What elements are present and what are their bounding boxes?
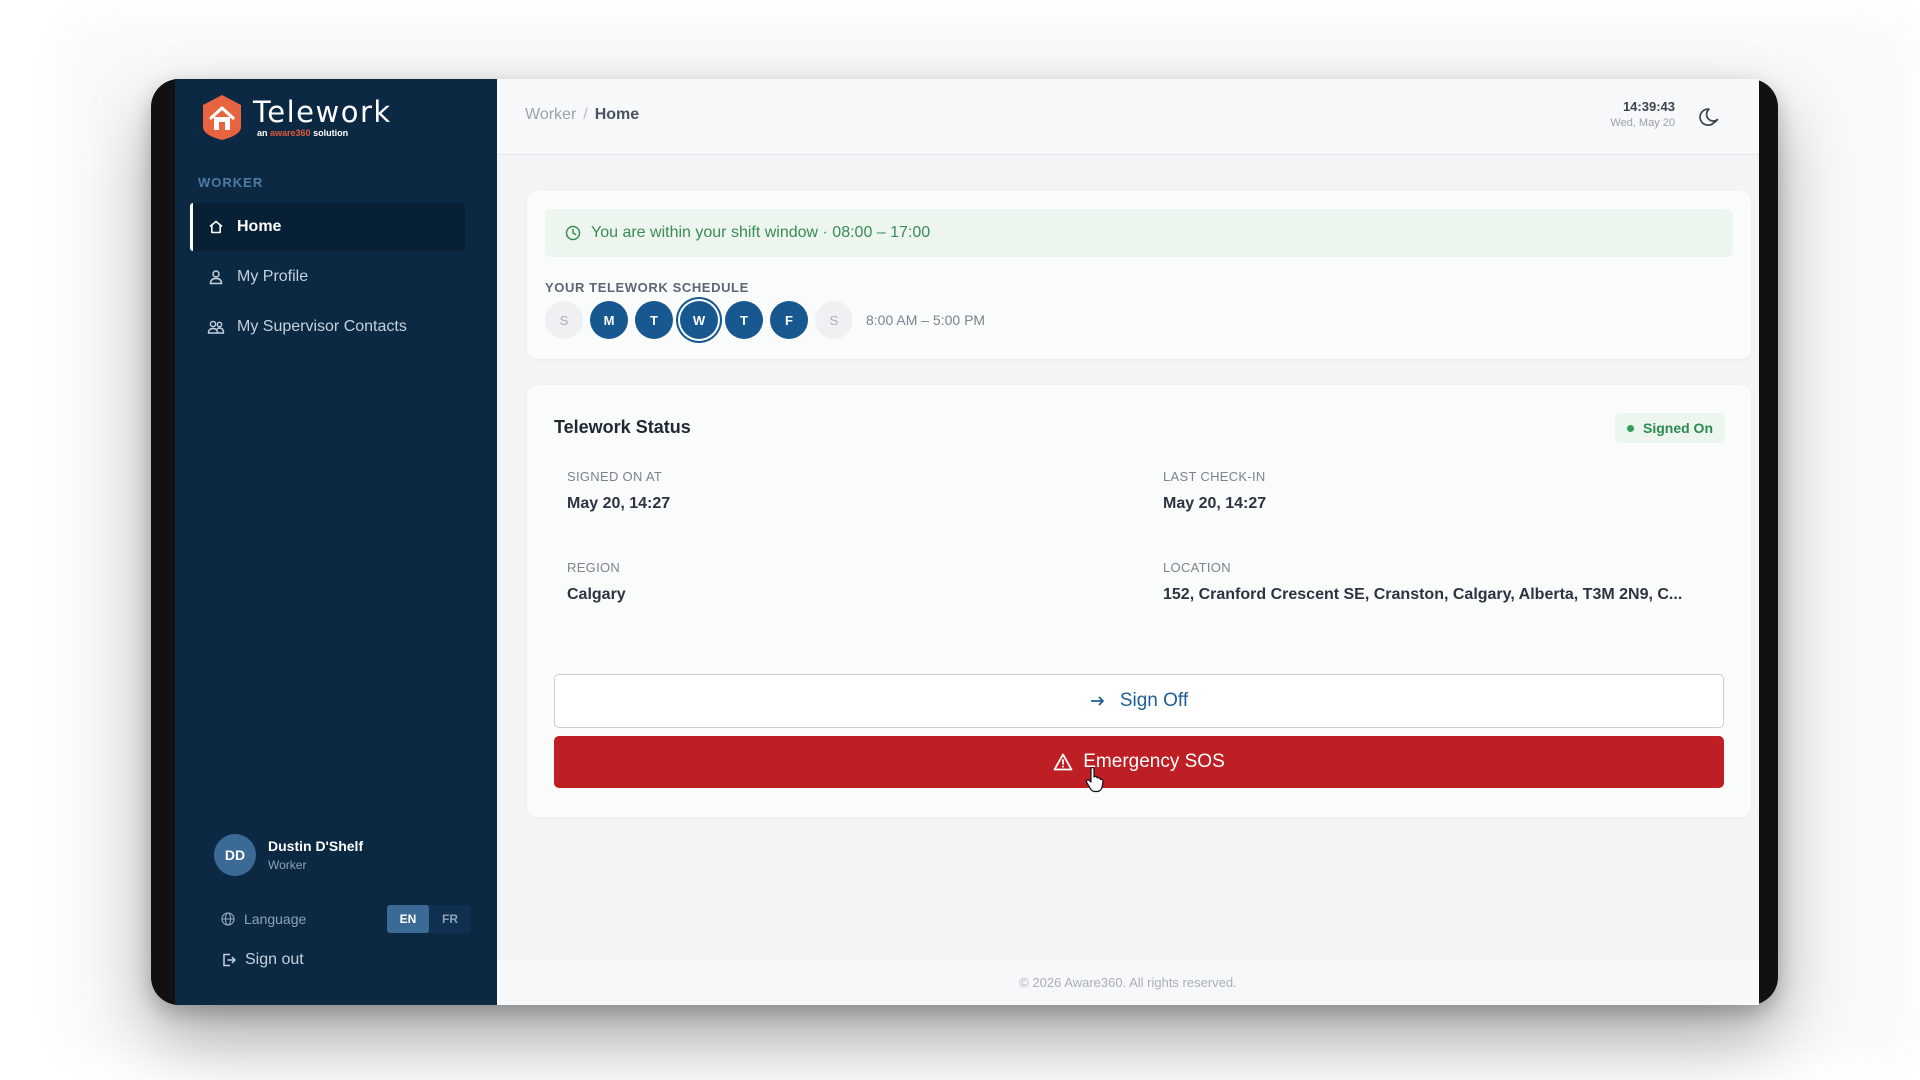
top-bar: Worker / Home 14:39:43 Wed, May 20 <box>497 79 1759 155</box>
location-label: LOCATION <box>1163 560 1231 575</box>
language-fr-button[interactable]: FR <box>429 905 471 933</box>
sidebar-item-label: My Supervisor Contacts <box>237 318 407 335</box>
day-saturday: S <box>815 301 853 339</box>
schedule-hours: 8:00 AM – 5:00 PM <box>866 312 986 328</box>
moon-icon <box>1699 108 1719 126</box>
signed-on-field: SIGNED ON AT May 20, 14:27 <box>567 469 670 513</box>
location-value: 152, Cranford Crescent SE, Cranston, Cal… <box>1163 586 1683 603</box>
sidebar-section-label: WORKER <box>198 175 264 190</box>
language-en-button[interactable]: EN <box>387 905 429 933</box>
main-content: Worker / Home 14:39:43 Wed, May 20 You are… <box>497 79 1759 1005</box>
breadcrumb: Worker / Home <box>525 106 639 124</box>
logo-subtitle: an aware360 solution <box>257 127 349 138</box>
avatar: DD <box>214 834 256 876</box>
sidebar-item-home[interactable]: Home <box>190 203 465 251</box>
sidebar-item-label: Home <box>237 218 282 235</box>
sidebar-item-label: My Profile <box>237 268 309 285</box>
clock: 14:39:43 Wed, May 20 <box>1610 99 1675 129</box>
user-name: Dustin D'Shelf <box>268 838 364 854</box>
day-thursday: T <box>725 301 763 339</box>
breadcrumb-worker[interactable]: Worker <box>525 106 576 123</box>
schedule-card: You are within your shift window · 08:00… <box>527 191 1751 359</box>
user-role: Worker <box>268 858 307 872</box>
home-icon <box>205 216 227 238</box>
breadcrumb-current: Home <box>594 106 640 123</box>
day-tuesday: T <box>635 301 673 339</box>
language-toggle: EN FR <box>387 905 471 933</box>
last-checkin-label: LAST CHECK-IN <box>1163 469 1266 484</box>
location-field: LOCATION 152, Cranford Crescent SE, Cran… <box>1163 560 1682 604</box>
schedule-days: S M T W T F S 8:00 AM – 5:00 PM <box>545 301 985 339</box>
sign-out-link[interactable]: Sign out <box>221 951 304 969</box>
day-monday: M <box>590 301 628 339</box>
day-sunday: S <box>545 301 583 339</box>
house-logo-icon <box>203 95 241 140</box>
app-window: Telework an aware360 solution WORKER Hom… <box>175 79 1759 1005</box>
globe-icon <box>221 912 235 926</box>
shift-window-banner: You are within your shift window · 08:00… <box>545 209 1733 257</box>
logo[interactable]: Telework an aware360 solution <box>199 93 392 141</box>
last-checkin-value: May 20, 14:27 <box>1163 495 1267 512</box>
sidebar-nav: Home My Profile My Supervisor Contacts <box>190 203 465 353</box>
status-dot <box>1627 424 1634 432</box>
contacts-icon <box>205 316 227 338</box>
status-badge: Signed On <box>1615 413 1725 443</box>
sidebar: Telework an aware360 solution WORKER Hom… <box>175 79 497 1005</box>
user-icon <box>205 266 227 288</box>
language-label: Language <box>244 911 307 927</box>
sign-off-button[interactable]: Sign Off <box>554 674 1724 728</box>
logo-title: Telework <box>253 94 392 129</box>
sign-out-icon <box>221 952 237 968</box>
region-value: Calgary <box>567 586 626 603</box>
status-badge-label: Signed On <box>1643 420 1713 436</box>
breadcrumb-separator: / <box>583 106 588 123</box>
emergency-sos-button[interactable]: Emergency SOS <box>554 736 1724 788</box>
region-field: REGION Calgary <box>567 560 626 604</box>
day-friday: F <box>770 301 808 339</box>
warning-icon <box>1053 753 1073 771</box>
shift-window-text: You are within your shift window · 08:00… <box>591 224 931 241</box>
sidebar-item-supervisor-contacts[interactable]: My Supervisor Contacts <box>190 303 465 351</box>
language-selector: Language EN FR <box>221 905 471 933</box>
signed-on-value: May 20, 14:27 <box>567 495 671 512</box>
sign-off-label: Sign Off <box>1119 690 1189 711</box>
arrow-right-icon <box>1090 695 1106 707</box>
day-wednesday: W <box>680 301 718 339</box>
clock-date: Wed, May 20 <box>1610 117 1675 129</box>
footer: © 2026 Aware360. All rights reserved. <box>497 959 1759 1005</box>
status-title: Telework Status <box>554 417 691 437</box>
schedule-title: YOUR TELEWORK SCHEDULE <box>545 280 749 295</box>
clock-time: 14:39:43 <box>1622 99 1675 114</box>
region-label: REGION <box>567 560 621 575</box>
sidebar-item-my-profile[interactable]: My Profile <box>190 253 465 301</box>
last-checkin-field: LAST CHECK-IN May 20, 14:27 <box>1163 469 1266 513</box>
telework-status-card: Telework Status Signed On SIGNED ON AT M… <box>527 385 1751 817</box>
dark-mode-toggle[interactable] <box>1698 105 1722 129</box>
signed-on-label: SIGNED ON AT <box>567 469 663 484</box>
sign-out-label: Sign out <box>245 951 304 968</box>
user-card[interactable]: DD Dustin D'Shelf Worker <box>214 834 363 876</box>
clock-icon <box>565 225 581 241</box>
emergency-sos-label: Emergency SOS <box>1083 751 1225 772</box>
